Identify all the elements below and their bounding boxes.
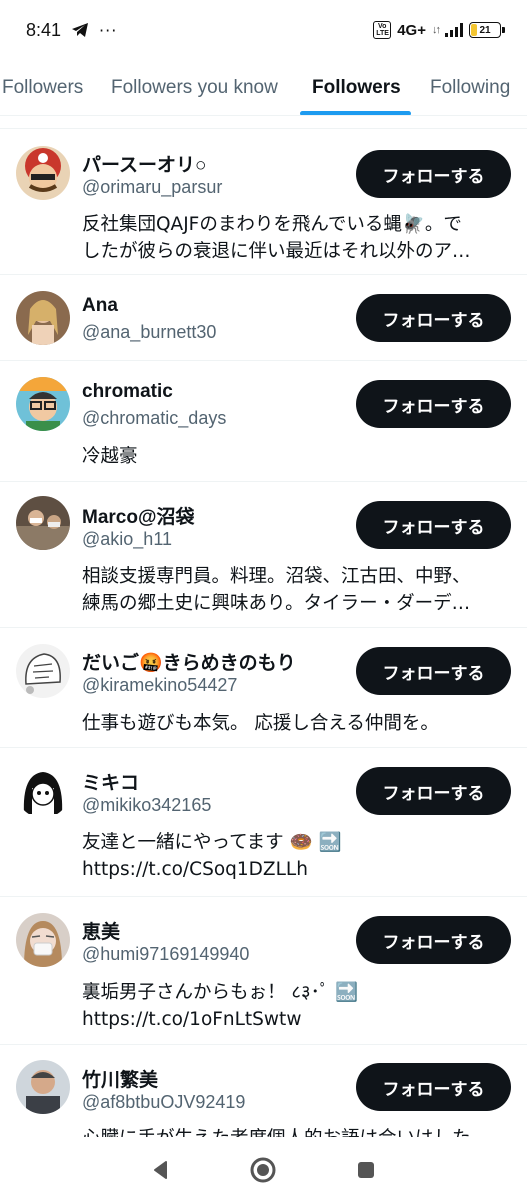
follow-button[interactable]: フォローする: [356, 916, 511, 964]
user-bio: 反社集団QAJFのまわりを飛んでいる蝿🪰。で したが彼らの衰退に伴い最近はそれ以…: [82, 211, 507, 265]
follow-button[interactable]: フォローする: [356, 150, 511, 198]
user-bio: 仕事も遊びも本気。 応援し合える仲間を。: [82, 710, 507, 737]
user-handle[interactable]: @humi97169149940: [82, 944, 249, 965]
status-time: 8:41: [26, 19, 62, 40]
user-bio: 相談支援専門員。料理。沼袋、江古田、中野、 練馬の郷土史に興味あり。タイラー・ダ…: [82, 563, 507, 617]
user-handle[interactable]: @mikiko342165: [82, 795, 211, 816]
tab-label: Followers: [2, 77, 84, 98]
bio-line: 裏垢男子さんからもぉ！ ८३･ﾟ 🔜: [82, 982, 359, 1003]
follow-button[interactable]: フォローする: [356, 294, 511, 342]
list-item[interactable]: 竹川繁美 @af8btbuOJV92419 フォローする 心臓に手が生えた者度個…: [0, 1045, 527, 1140]
avatar[interactable]: [16, 146, 70, 200]
follow-button[interactable]: フォローする: [356, 380, 511, 428]
list-item[interactable]: だいご🤬きらめきのもり @kiramekino54427 フォローする 仕事も遊…: [0, 628, 527, 748]
follow-button[interactable]: フォローする: [356, 1063, 511, 1111]
avatar[interactable]: [16, 1060, 70, 1114]
list-item[interactable]: chromatic @chromatic_days フォローする 冷越豪: [0, 361, 527, 482]
system-navigation-bar: [0, 1140, 527, 1200]
avatar[interactable]: [16, 644, 70, 698]
home-icon: [250, 1157, 276, 1183]
avatar[interactable]: [16, 764, 70, 818]
list-item[interactable]: Ana @ana_burnett30 フォローする: [0, 275, 527, 361]
follow-button[interactable]: フォローする: [356, 767, 511, 815]
bio-line: 練馬の郷土史に興味あり。タイラー・ダーデ…: [82, 593, 471, 614]
more-notifications-icon: ···: [99, 20, 118, 40]
user-name[interactable]: chromatic: [82, 381, 173, 403]
user-name[interactable]: 竹川繁美: [82, 1065, 158, 1092]
user-name[interactable]: だいご🤬きらめきのもり: [82, 648, 296, 675]
user-name[interactable]: Ana: [82, 295, 118, 317]
bio-line: 心臓に手が生えた者度個人的お語は合いはした: [82, 1125, 507, 1137]
battery-level: 21: [479, 24, 491, 36]
bio-line: https://t.co/1oFnLtSwtw: [82, 1009, 302, 1030]
user-handle[interactable]: @kiramekino54427: [82, 675, 237, 696]
tab-label: Followers you know: [111, 77, 278, 98]
tab-followers-active[interactable]: Followers: [300, 60, 411, 115]
back-button[interactable]: [141, 1150, 181, 1190]
network-type: 4G+: [397, 21, 426, 39]
bio-line: 相談支援専門員。料理。沼袋、江古田、中野、: [82, 566, 471, 587]
user-handle[interactable]: @chromatic_days: [82, 408, 226, 429]
bio-line: 仕事も遊びも本気。 応援し合える仲間を。: [82, 713, 439, 734]
user-name[interactable]: 恵美: [82, 917, 120, 944]
user-handle[interactable]: @af8btbuOJV92419: [82, 1092, 245, 1113]
list-item[interactable]: Marco@沼袋 @akio_h11 フォローする 相談支援専門員。料理。沼袋、…: [0, 482, 527, 628]
user-handle[interactable]: @orimaru_parsur: [82, 177, 222, 198]
user-bio: 心臓に手が生えた者度個人的お語は合いはした: [82, 1125, 507, 1137]
home-button[interactable]: [243, 1150, 283, 1190]
status-bar: 8:41 ··· Vo LTE 4G+ ↓↑ 21: [0, 0, 527, 60]
avatar[interactable]: [16, 496, 70, 550]
user-handle[interactable]: @akio_h11: [82, 529, 172, 550]
data-activity-icon: ↓↑: [432, 24, 441, 36]
volte-icon: Vo LTE: [373, 21, 392, 39]
user-bio: 裏垢男子さんからもぉ！ ८३･ﾟ 🔜 https://t.co/1oFnLtSw…: [82, 979, 507, 1033]
telegram-icon: [72, 23, 89, 37]
avatar[interactable]: [16, 377, 70, 431]
avatar[interactable]: [16, 291, 70, 345]
user-name[interactable]: パースーオリ○: [82, 150, 207, 177]
bio-line: したが彼らの衰退に伴い最近はそれ以外のア…: [82, 241, 471, 262]
battery-fill: [471, 24, 477, 36]
bio-line: 友達と一緒にやってます 🍩 🔜: [82, 832, 342, 853]
user-name[interactable]: ミキコ: [82, 768, 139, 795]
bio-line: 冷越豪: [82, 446, 138, 467]
recents-icon: [357, 1162, 374, 1178]
list-item[interactable]: ミキコ @mikiko342165 フォローする 友達と一緒にやってます 🍩 🔜…: [0, 748, 527, 897]
list-item[interactable]: 恵美 @humi97169149940 フォローする 裏垢男子さんからもぉ！ ८…: [0, 897, 527, 1045]
bio-line: 反社集団QAJFのまわりを飛んでいる蝿🪰。で: [82, 214, 462, 235]
tab-followers-you-know[interactable]: Followers you know: [111, 60, 278, 115]
tab-label: Following: [430, 77, 511, 98]
tab-label: Followers: [312, 77, 401, 98]
active-tab-indicator: [300, 111, 411, 115]
tab-following[interactable]: Following: [430, 60, 511, 115]
back-icon: [154, 1161, 168, 1179]
tab-followers[interactable]: Followers: [2, 60, 84, 115]
user-bio: 冷越豪: [82, 443, 507, 470]
recents-button[interactable]: [346, 1150, 386, 1190]
user-handle[interactable]: @ana_burnett30: [82, 322, 216, 343]
list-item[interactable]: パースーオリ○ @orimaru_parsur フォローする 反社集団QAJFの…: [0, 130, 527, 275]
signal-icon: [445, 23, 463, 37]
user-name[interactable]: Marco@沼袋: [82, 502, 195, 529]
follow-button[interactable]: フォローする: [356, 647, 511, 695]
bio-line: https://t.co/CSoq1DZLLh: [82, 859, 308, 880]
divider: [0, 128, 527, 129]
user-bio: 友達と一緒にやってます 🍩 🔜 https://t.co/CSoq1DZLLh: [82, 829, 507, 883]
avatar[interactable]: [16, 913, 70, 967]
follow-button[interactable]: フォローする: [356, 501, 511, 549]
battery-icon: 21: [469, 22, 505, 38]
tab-bar: Followers Followers you know Followers F…: [0, 60, 527, 116]
